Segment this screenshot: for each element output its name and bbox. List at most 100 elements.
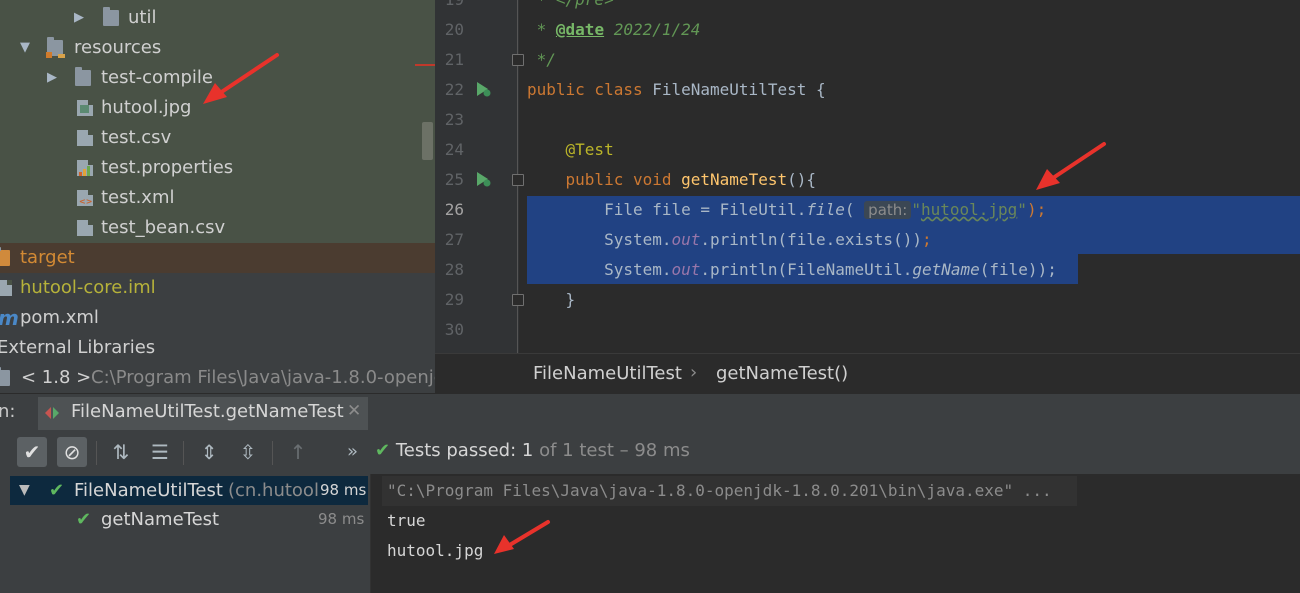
fold-marker-icon[interactable] xyxy=(512,54,524,66)
code-line-29: } xyxy=(527,290,576,309)
line-number: 21 xyxy=(444,50,464,69)
collapse-all-icon: ⇳ xyxy=(239,440,257,464)
collapse-arrow-icon[interactable]: ▼ xyxy=(19,476,30,505)
expand-arrow-icon[interactable]: ▶ xyxy=(74,3,84,33)
code-token: .println(FileNameUtil. xyxy=(700,260,913,279)
ignore-icon: ⊘ xyxy=(63,440,81,464)
tab-run-configuration[interactable]: FileNameUtilTest.getNameTest ✕ xyxy=(38,397,368,433)
properties-file-icon xyxy=(77,160,93,176)
annotation-arrow-icon xyxy=(203,53,279,104)
code-token: .println(file.exists()) xyxy=(700,230,922,249)
parameter-hint: path: xyxy=(864,201,912,219)
test-package: (cn.hutool xyxy=(228,480,319,501)
code-token: File file = FileUtil. xyxy=(527,200,807,219)
code-token: ( xyxy=(844,200,855,219)
package-folder-icon xyxy=(103,7,119,26)
annotation-arrow-icon xyxy=(494,520,550,554)
test-row-method[interactable]: ✔ getNameTest 98 ms xyxy=(0,505,370,534)
test-duration: 98 ms xyxy=(318,476,367,505)
more-actions-icon[interactable]: » xyxy=(347,441,358,462)
code-string-quote: " xyxy=(1017,200,1027,219)
tree-item-path: C:\Program Files\Java\java-1.8.0-openjdk xyxy=(91,367,435,388)
toolbar-separator xyxy=(272,441,273,465)
code-keyword: public void xyxy=(527,170,672,189)
tree-item-jdk[interactable]: < 1.8 > C:\Program Files\Java\java-1.8.0… xyxy=(0,363,435,393)
fold-marker-icon[interactable] xyxy=(512,174,524,186)
folder-icon xyxy=(75,67,91,86)
show-ignored-button[interactable]: ⊘ xyxy=(57,437,87,467)
status-summary: of 1 test – 98 ms xyxy=(539,440,690,461)
line-number: 29 xyxy=(444,290,464,309)
line-number: 19 xyxy=(442,0,464,9)
expand-all-button[interactable]: ⇕ xyxy=(194,437,224,467)
breadcrumb-separator: › xyxy=(690,362,698,383)
tree-item-util[interactable]: ▶ util xyxy=(0,3,435,33)
pass-check-icon: ✔ xyxy=(76,509,92,530)
code-token: ); xyxy=(1026,200,1047,219)
pass-check-icon: ✔ xyxy=(49,480,65,501)
code-line-19: * </pre> xyxy=(527,0,614,15)
collapse-arrow-icon[interactable]: ▼ xyxy=(20,33,30,63)
code-line-24: @Test xyxy=(527,140,614,159)
breadcrumb: FileNameUtilTest › getNameTest() xyxy=(435,353,1300,394)
line-number: 22 xyxy=(444,80,464,99)
tree-item-label: hutool.jpg xyxy=(101,97,192,118)
tree-item-label: test.csv xyxy=(101,127,172,148)
sort-by-duration-button[interactable]: ☰ xyxy=(145,437,175,467)
code-token: ; xyxy=(921,230,932,249)
tree-item-pom-xml[interactable]: m pom.xml xyxy=(0,303,435,333)
project-tool-window: ▶ util ▼ resources ▶ test-compile hutool… xyxy=(0,0,435,393)
code-line-28: System.out.println(FileNameUtil.getName(… xyxy=(527,255,1057,285)
image-file-icon xyxy=(77,100,93,116)
code-token: System. xyxy=(527,260,672,279)
test-duration: 98 ms xyxy=(318,510,365,528)
breadcrumb-class[interactable]: FileNameUtilTest xyxy=(533,363,682,384)
fold-marker-icon[interactable] xyxy=(512,294,524,306)
tree-item-label: pom.xml xyxy=(20,307,99,328)
line-number: 27 xyxy=(444,230,464,249)
tree-item-target[interactable]: target xyxy=(0,243,435,273)
code-token: FileNameUtilTest { xyxy=(642,80,826,99)
tree-item-label: target xyxy=(20,247,75,268)
show-passed-button[interactable]: ✔ xyxy=(17,437,47,467)
code-token: System. xyxy=(527,230,672,249)
line-number: 20 xyxy=(444,20,464,39)
tree-item-test-properties[interactable]: test.properties xyxy=(0,153,435,183)
annotation-arrow-icon xyxy=(1036,142,1106,190)
tree-item-external-libraries[interactable]: External Libraries xyxy=(0,333,435,363)
tree-item-label: test_bean.csv xyxy=(101,217,226,238)
code-static-field: out xyxy=(671,260,701,279)
resources-folder-icon xyxy=(46,37,65,58)
jdk-icon xyxy=(0,367,10,386)
run-test-icon[interactable] xyxy=(475,81,491,97)
collapse-all-button[interactable]: ⇳ xyxy=(233,437,263,467)
tree-item-test-csv[interactable]: test.csv xyxy=(0,123,435,153)
sort-alphabetically-button[interactable]: ⇅ xyxy=(106,437,136,467)
expand-arrow-icon[interactable]: ▶ xyxy=(47,63,57,93)
test-name: getNameTest xyxy=(101,509,220,530)
console-line: hutool.jpg xyxy=(387,541,484,560)
tree-item-test-xml[interactable]: <> test.xml xyxy=(0,183,435,213)
run-test-icon[interactable] xyxy=(475,171,491,187)
code-token: (){ xyxy=(787,170,816,189)
line-number: 23 xyxy=(444,110,464,129)
tree-item-label: test.xml xyxy=(101,187,175,208)
tree-item-hutool-core-iml[interactable]: hutool-core.iml xyxy=(0,273,435,303)
tree-item-label: util xyxy=(128,7,157,28)
test-name: FileNameUtilTest xyxy=(74,480,223,501)
previous-failed-button[interactable]: ↑ xyxy=(283,437,313,467)
line-number: 28 xyxy=(444,260,464,279)
tab-label: FileNameUtilTest.getNameTest xyxy=(71,401,344,422)
tree-item-test-bean-csv[interactable]: test_bean.csv xyxy=(0,213,435,243)
expand-all-icon: ⇕ xyxy=(200,440,218,464)
check-icon: ✔ xyxy=(375,440,391,461)
code-keyword: public class xyxy=(527,80,643,99)
status-prefix: Tests passed: xyxy=(395,440,517,461)
code-method-name: getNameTest xyxy=(671,170,788,189)
test-row-class[interactable]: ▼ ✔ FileNameUtilTest (cn.hutool 98 ms xyxy=(0,476,370,505)
folder-icon xyxy=(0,247,10,266)
close-tab-icon[interactable]: ✕ xyxy=(347,401,361,421)
breadcrumb-method[interactable]: getNameTest() xyxy=(716,363,848,384)
tree-item-label: < 1.8 > xyxy=(21,367,92,388)
tree-scrollbar-thumb[interactable] xyxy=(422,122,433,160)
